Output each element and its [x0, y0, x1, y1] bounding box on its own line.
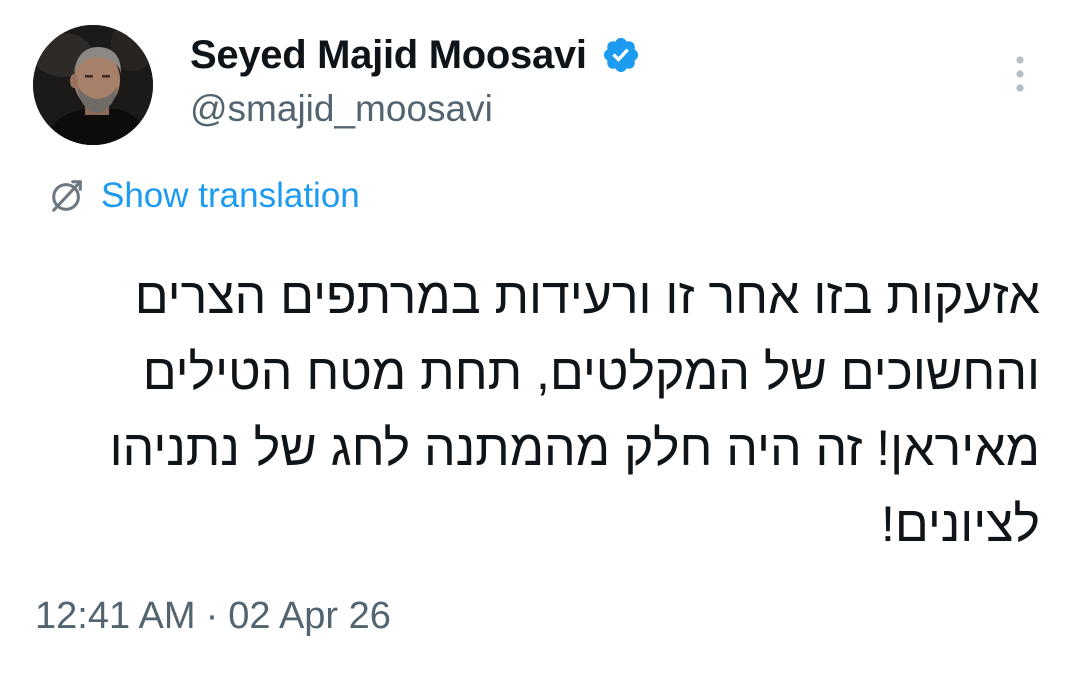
author-avatar[interactable] — [33, 25, 153, 145]
author-display-name[interactable]: Seyed Majid Moosavi — [190, 33, 587, 78]
tweet-text: אזעקות בזו אחר זו ורעידות במרתפים הצרים … — [109, 268, 1040, 552]
show-translation-label: Show translation — [101, 176, 360, 215]
more-vertical-icon — [1016, 56, 1024, 92]
show-translation-link[interactable]: Show translation — [48, 173, 360, 219]
avatar-photo-icon — [33, 25, 153, 145]
timestamp-separator: · — [205, 595, 219, 637]
tweet-timestamp[interactable]: 12:41 AM · 02 Apr 26 — [35, 595, 391, 638]
translate-icon — [52, 180, 82, 212]
tweet-time: 12:41 AM — [35, 595, 196, 637]
verified-badge-icon — [603, 37, 638, 73]
tweet-date: 02 Apr 26 — [228, 595, 391, 637]
more-options-button[interactable] — [1003, 52, 1037, 96]
author-name-row: Seyed Majid Moosavi — [190, 30, 641, 80]
author-handle[interactable]: @smajid_moosavi — [190, 88, 493, 130]
